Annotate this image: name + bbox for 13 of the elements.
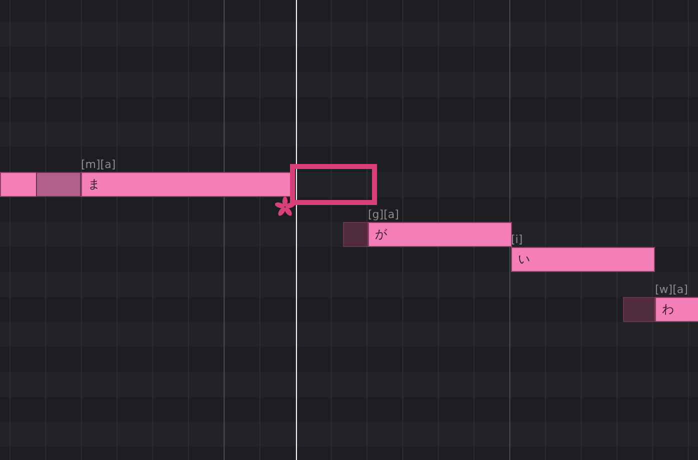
phoneme-label: [i] (511, 234, 523, 246)
note-block[interactable]: わ (655, 297, 698, 322)
note-onset (623, 297, 655, 322)
note-block[interactable]: が (368, 222, 512, 247)
phoneme-label: [w][a] (655, 284, 688, 296)
note-block[interactable]: い (511, 247, 655, 272)
note-block[interactable]: ま (81, 172, 291, 197)
note-onset (343, 222, 368, 247)
note-onset (36, 172, 81, 197)
flower-icon (274, 196, 296, 218)
phoneme-label: [m][a] (81, 159, 116, 171)
phoneme-label: [g][a] (368, 209, 399, 221)
note-block[interactable] (0, 172, 37, 197)
